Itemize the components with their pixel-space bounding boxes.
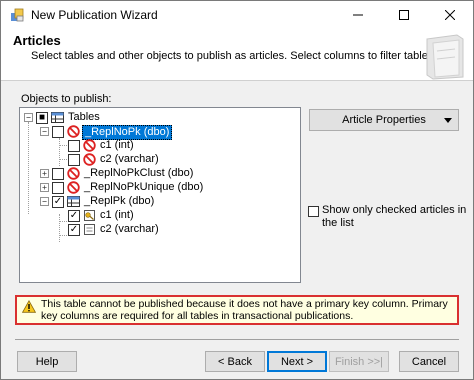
article-checkbox[interactable]: [52, 168, 64, 180]
tree-label: _ReplNoPkUnique (dbo): [84, 181, 204, 193]
maximize-button[interactable]: [381, 1, 427, 29]
footer-divider: [15, 339, 459, 340]
tables-checkbox[interactable]: ■: [36, 112, 48, 124]
key-column-icon: [84, 210, 95, 221]
article-properties-button[interactable]: Article Properties: [309, 109, 459, 131]
tree-node-replpk[interactable]: − ✓ _ReplPk (dbo): [20, 195, 280, 209]
tree-label: _ReplNoPk (dbo): [82, 125, 173, 140]
wizard-banner-icon: [426, 34, 464, 80]
show-only-checked-checkbox[interactable]: [308, 206, 319, 217]
close-button[interactable]: [427, 1, 473, 29]
objects-to-publish-label: Objects to publish:: [21, 93, 112, 105]
next-button[interactable]: Next >: [267, 351, 327, 372]
finish-button: Finish >>|: [329, 351, 389, 372]
expand-icon[interactable]: +: [40, 183, 49, 192]
show-only-checked-label: Show only checked articles in the list: [322, 204, 467, 229]
tree-label: c1 (int): [100, 139, 134, 151]
tree-node-column[interactable]: ✓ c1 (int): [20, 209, 220, 223]
tree-label: _ReplPk (dbo): [84, 195, 155, 207]
column-checkbox[interactable]: [68, 140, 80, 152]
tree-label: _ReplNoPkClust (dbo): [84, 167, 194, 179]
close-icon: [445, 10, 455, 20]
minimize-icon: [353, 14, 363, 16]
tree-node-column[interactable]: c2 (varchar): [20, 153, 220, 167]
article-properties-label: Article Properties: [342, 114, 426, 126]
collapse-icon[interactable]: −: [40, 127, 49, 136]
tree-label: c2 (varchar): [100, 153, 159, 165]
collapse-icon[interactable]: −: [40, 197, 49, 206]
tree-node-column[interactable]: ✓ c2 (varchar): [20, 223, 220, 237]
table-icon: [67, 196, 80, 207]
no-entry-icon: [67, 167, 80, 180]
tree-node-column[interactable]: c1 (int): [20, 139, 220, 153]
maximize-icon: [399, 10, 409, 20]
no-entry-icon: [83, 139, 96, 152]
objects-tree[interactable]: − ■ Tables − _ReplNoPk (dbo) c1 (int) c2…: [19, 107, 301, 283]
tree-node-replnopk[interactable]: − _ReplNoPk (dbo): [20, 125, 280, 140]
warning-text: This table cannot be published because i…: [41, 298, 448, 322]
article-checkbox[interactable]: [52, 126, 64, 138]
minimize-button[interactable]: [335, 1, 381, 29]
tree-node-replnopkclust[interactable]: + _ReplNoPkClust (dbo): [20, 167, 280, 181]
article-checkbox[interactable]: ✓: [52, 196, 64, 208]
tree-node-tables[interactable]: − ■ Tables: [20, 111, 220, 125]
page-title: Articles: [13, 33, 61, 48]
expand-icon[interactable]: +: [40, 169, 49, 178]
chevron-down-icon: [444, 118, 452, 123]
title-bar: New Publication Wizard: [1, 1, 473, 29]
column-checkbox[interactable]: [68, 154, 80, 166]
tree-label: c1 (int): [100, 209, 134, 221]
column-icon: [84, 224, 95, 235]
no-entry-icon: [83, 153, 96, 166]
column-checkbox[interactable]: ✓: [68, 224, 80, 236]
warning-icon: [22, 300, 36, 313]
no-entry-icon: [67, 125, 80, 138]
table-icon: [51, 112, 64, 123]
cancel-button[interactable]: Cancel: [399, 351, 459, 372]
page-subtitle: Select tables and other objects to publi…: [31, 50, 437, 62]
article-checkbox[interactable]: [52, 182, 64, 194]
window-title: New Publication Wizard: [31, 8, 158, 22]
help-button[interactable]: Help: [17, 351, 77, 372]
tree-label: c2 (varchar): [100, 223, 159, 235]
column-checkbox[interactable]: ✓: [68, 210, 80, 222]
app-icon: [11, 8, 24, 22]
tree-label: Tables: [68, 111, 100, 123]
warning-message: This table cannot be published because i…: [15, 295, 459, 325]
wizard-window: New Publication Wizard Articles Select t…: [0, 0, 474, 380]
collapse-icon[interactable]: −: [24, 113, 33, 122]
tree-node-replnopkunique[interactable]: + _ReplNoPkUnique (dbo): [20, 181, 280, 195]
no-entry-icon: [67, 181, 80, 194]
back-button[interactable]: < Back: [205, 351, 265, 372]
wizard-header: Articles Select tables and other objects…: [1, 29, 473, 81]
